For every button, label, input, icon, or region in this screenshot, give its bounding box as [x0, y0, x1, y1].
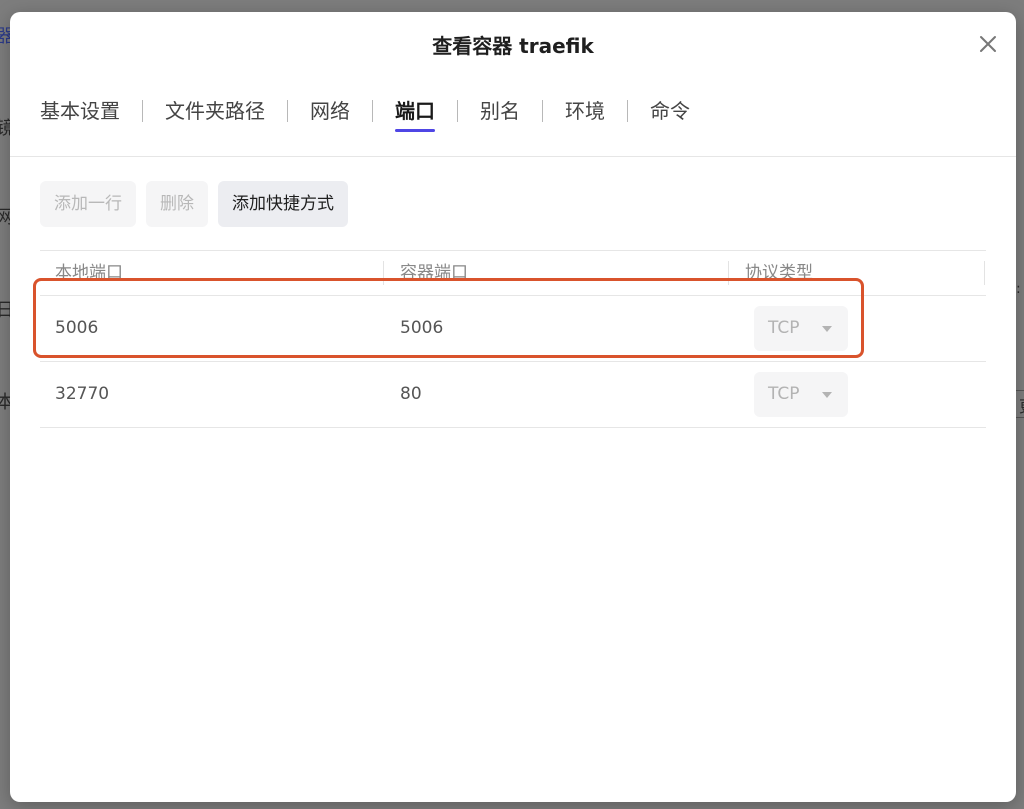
protocol-select[interactable]: TCP — [754, 372, 848, 417]
protocol-select-value: TCP — [768, 384, 800, 404]
column-header-protocol: 协议类型 — [745, 263, 813, 283]
tab-divider — [287, 100, 288, 122]
table-header: 本地端口 容器端口 协议类型 — [40, 250, 986, 296]
tab-basic-settings[interactable]: 基本设置 — [40, 96, 120, 132]
protocol-select-value: TCP — [768, 318, 800, 338]
tab-network[interactable]: 网络 — [310, 96, 350, 132]
column-header-container-port: 容器端口 — [400, 263, 468, 283]
background-text: : — [1016, 281, 1021, 297]
column-divider — [728, 261, 729, 285]
caret-down-icon — [822, 392, 832, 398]
protocol-select[interactable]: TCP — [754, 306, 848, 351]
tab-folder-paths[interactable]: 文件夹路径 — [165, 96, 265, 132]
tab-ports[interactable]: 端口 — [395, 96, 435, 132]
container-port-cell[interactable]: 5006 — [400, 296, 443, 361]
close-icon — [980, 36, 996, 52]
caret-down-icon — [822, 326, 832, 332]
tab-divider — [142, 100, 143, 122]
local-port-cell[interactable]: 32770 — [55, 362, 109, 427]
tab-command[interactable]: 命令 — [650, 96, 690, 132]
toolbar: 添加一行 删除 添加快捷方式 — [40, 181, 348, 227]
close-button[interactable] — [976, 32, 1000, 56]
tab-divider — [627, 100, 628, 122]
container-port-cell[interactable]: 80 — [400, 362, 422, 427]
delete-button[interactable]: 删除 — [146, 181, 208, 227]
tabs-divider — [10, 156, 1016, 157]
port-table: 本地端口 容器端口 协议类型 5006 5006 TCP 32770 80 TC… — [40, 250, 986, 428]
view-container-dialog: 查看容器 traefik 基本设置 文件夹路径 网络 端口 别名 环境 命令 添… — [10, 12, 1016, 802]
local-port-cell[interactable]: 5006 — [55, 296, 98, 361]
tab-environment[interactable]: 环境 — [565, 96, 605, 132]
tab-divider — [372, 100, 373, 122]
column-header-local-port: 本地端口 — [55, 263, 123, 283]
table-row: 5006 5006 TCP — [40, 296, 986, 362]
dialog-title: 查看容器 traefik — [432, 34, 594, 58]
tab-bar: 基本设置 文件夹路径 网络 端口 别名 环境 命令 — [40, 96, 690, 132]
tab-aliases[interactable]: 别名 — [480, 96, 520, 132]
column-divider — [383, 261, 384, 285]
table-row: 32770 80 TCP — [40, 362, 986, 428]
column-divider — [984, 261, 985, 285]
add-row-button[interactable]: 添加一行 — [40, 181, 136, 227]
tab-divider — [542, 100, 543, 122]
add-shortcut-button[interactable]: 添加快捷方式 — [218, 181, 348, 227]
tab-divider — [457, 100, 458, 122]
